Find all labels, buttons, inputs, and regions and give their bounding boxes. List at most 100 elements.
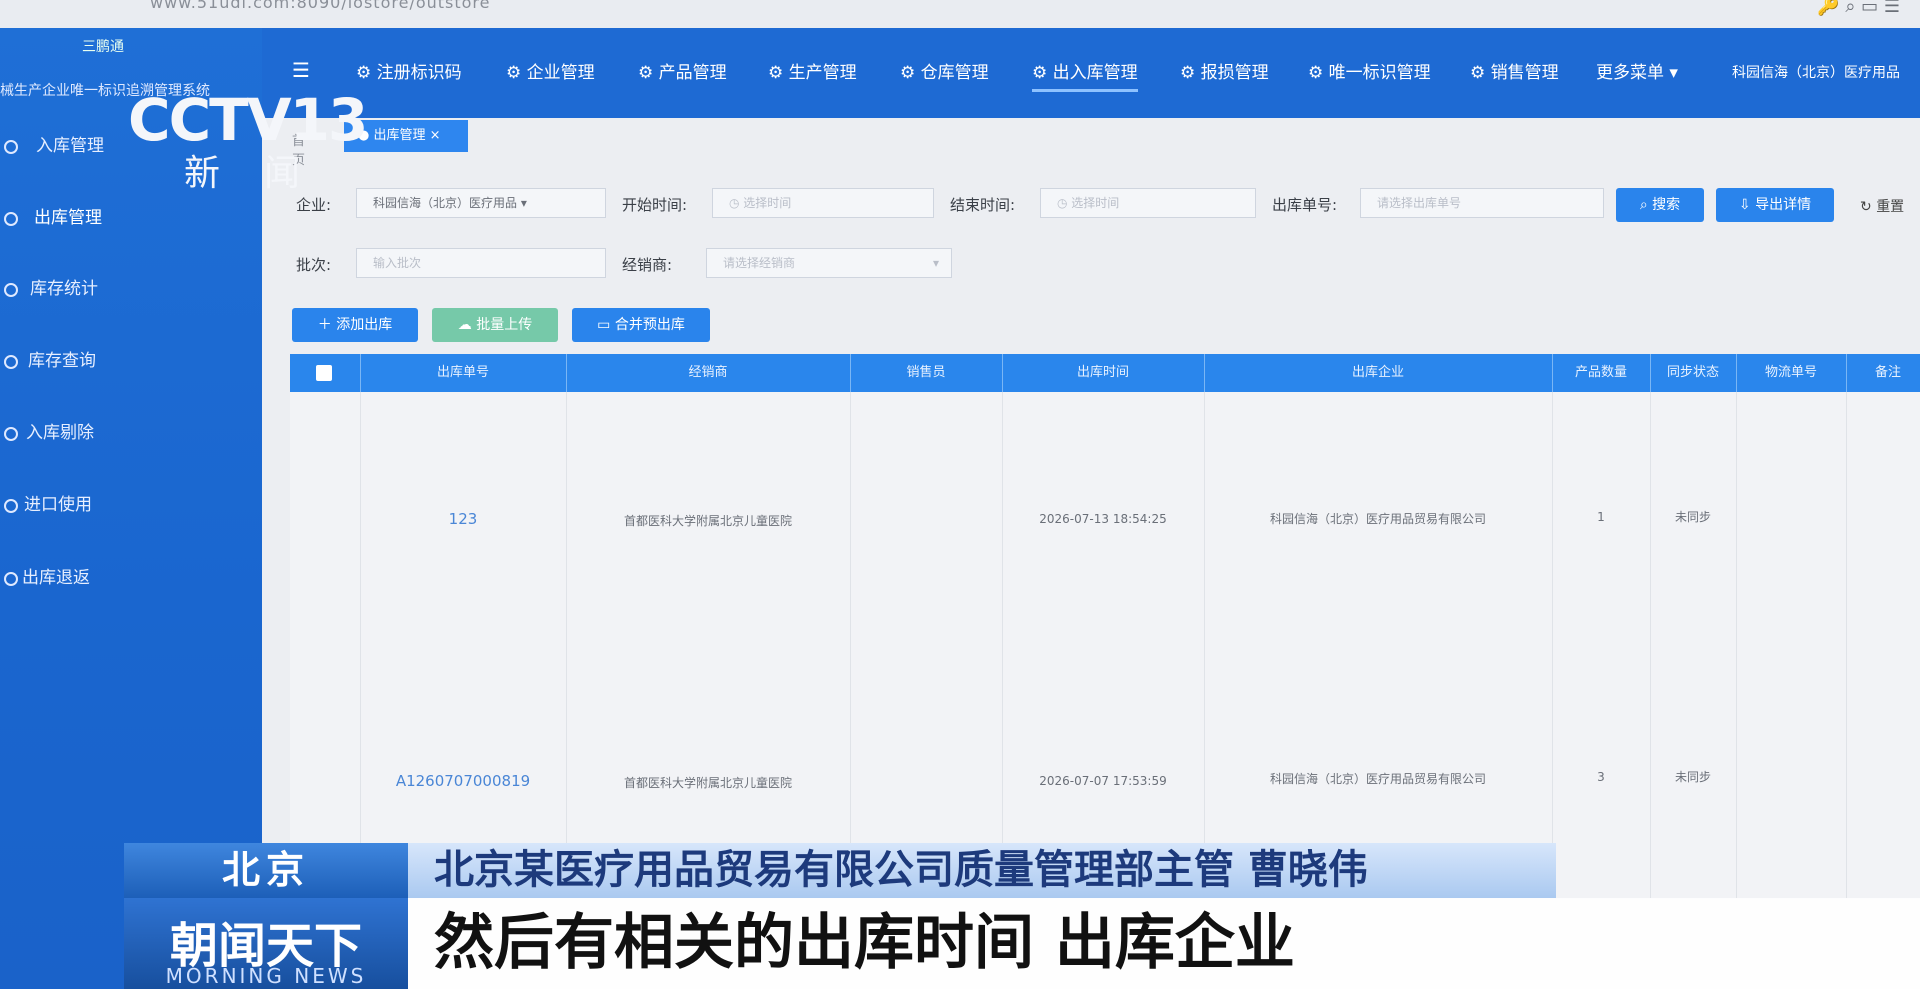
nav-label: 企业管理	[526, 63, 595, 83]
column-divider	[1736, 648, 1737, 898]
batch-upload-label: 批量上传	[476, 317, 533, 333]
cell-sync-status: 未同步	[1674, 510, 1711, 524]
cell-dealer: 首都医科大学附属北京儿童医院	[623, 514, 792, 528]
sidebar-item-outbound-return[interactable]: 出库退返	[0, 558, 262, 598]
order-no-link[interactable]: A1260707000819	[360, 772, 566, 790]
sidebar-item-label: 入库剔除	[26, 423, 94, 443]
export-button-label: 导出详情	[1755, 197, 1812, 213]
batch-label: 批次:	[296, 256, 332, 274]
order-no-label: 出库单号:	[1272, 196, 1338, 214]
cell-dealer: 首都医科大学附属北京儿童医院	[623, 776, 792, 790]
order-no-placeholder: 请选择出库单号	[1377, 196, 1462, 210]
browser-address-bar[interactable]: www.51udi.com:8090/iostore/outstore 🔑 ⌕ …	[0, 0, 1920, 28]
nav-udi[interactable]: ⚙ 唯一标识管理	[1308, 58, 1431, 83]
dealer-select[interactable]: 请选择经销商 ▾	[706, 248, 952, 278]
batch-input[interactable]: 输入批次	[356, 248, 606, 278]
add-outbound-button[interactable]: ＋ 添加出库	[292, 308, 418, 342]
reset-button[interactable]: ↻ 重置	[1860, 196, 1904, 216]
th-note[interactable]: 备注	[1846, 354, 1920, 392]
end-time-placeholder: 选择时间	[1071, 196, 1120, 210]
nav-production[interactable]: ⚙ 生产管理	[768, 58, 857, 83]
cell-enterprise: 科园信海（北京）医疗用品贸易有限公司	[1269, 512, 1486, 526]
nav-inout[interactable]: ⚙ 出入库管理	[1032, 58, 1138, 92]
nav-label: 注册标识码	[376, 63, 462, 83]
column-divider	[850, 392, 851, 648]
cell-enterprise: 科园信海（北京）医疗用品贸易有限公司	[1269, 772, 1486, 786]
location-badge: 北京	[124, 843, 408, 898]
nav-sales[interactable]: ⚙ 销售管理	[1470, 58, 1559, 83]
sidebar-item-import-use[interactable]: 进口使用	[0, 485, 262, 525]
sidebar-item-label: 进口使用	[24, 495, 92, 515]
table-row[interactable]: 123 首都医科大学附属北京儿童医院 2026-07-13 18:54:25 科…	[290, 392, 1920, 649]
menu-icon[interactable]: ☰	[292, 58, 310, 82]
add-outbound-label: 添加出库	[336, 317, 393, 333]
nav-more[interactable]: 更多菜单 ▾	[1596, 58, 1678, 83]
current-company[interactable]: 科园信海（北京）医疗用品	[1732, 62, 1900, 82]
circle-icon	[4, 140, 18, 154]
circle-icon	[4, 355, 18, 369]
sidebar-item-stock-query[interactable]: 库存查询	[0, 341, 262, 381]
batch-upload-button[interactable]: ☁ 批量上传	[432, 308, 558, 342]
nav-loss[interactable]: ⚙ 报损管理	[1180, 58, 1269, 83]
column-divider	[1846, 392, 1847, 648]
export-button[interactable]: ⇩ 导出详情	[1716, 188, 1834, 222]
top-navigation: ☰ ⚙ 注册标识码 ⚙ 企业管理 ⚙ 产品管理 ⚙ 生产管理 ⚙ 仓库管理 ⚙ …	[262, 28, 1920, 118]
nav-label: 更多菜单	[1596, 63, 1664, 83]
sidebar-item-label: 出库退返	[22, 568, 90, 588]
column-divider	[1736, 392, 1737, 648]
th-sync[interactable]: 同步状态	[1650, 354, 1737, 392]
th-dealer[interactable]: 经销商	[566, 354, 851, 392]
enterprise-select[interactable]: 科园信海（北京）医疗用品 ▾	[356, 188, 606, 218]
start-time-label: 开始时间:	[622, 196, 688, 214]
sidebar-item-label: 库存查询	[28, 351, 96, 371]
cell-qty: 3	[1597, 770, 1605, 784]
search-button[interactable]: ⌕ 搜索	[1616, 188, 1704, 222]
subtitle-text: 然后有相关的出库时间 出库企业	[408, 898, 1920, 989]
nav-enterprise[interactable]: ⚙ 企业管理	[506, 58, 595, 83]
nav-label: 出入库管理	[1052, 63, 1138, 83]
cell-time: 2026-07-13 18:54:25	[1039, 512, 1167, 526]
th-qty[interactable]: 产品数量	[1552, 354, 1651, 392]
nav-product[interactable]: ⚙ 产品管理	[638, 58, 727, 83]
sidebar-item-stock-stats[interactable]: 库存统计	[0, 269, 262, 309]
chevron-down-icon: ▾	[932, 256, 939, 270]
circle-icon	[4, 572, 18, 586]
th-time[interactable]: 出库时间	[1002, 354, 1205, 392]
enterprise-label: 企业:	[296, 196, 332, 214]
end-time-label: 结束时间:	[950, 196, 1016, 214]
nav-label: 仓库管理	[920, 63, 989, 83]
nav-label: 生产管理	[788, 63, 857, 83]
nav-warehouse[interactable]: ⚙ 仓库管理	[900, 58, 989, 83]
start-time-placeholder: 选择时间	[743, 196, 792, 210]
start-time-input[interactable]: ◷ 选择时间	[712, 188, 934, 218]
th-enterprise[interactable]: 出库企业	[1204, 354, 1553, 392]
sidebar-item-inbound-remove[interactable]: 入库剔除	[0, 413, 262, 453]
circle-icon	[4, 283, 18, 297]
cell-time: 2026-07-07 17:53:59	[1039, 774, 1167, 788]
table-header: 出库单号 经销商 销售员 出库时间 出库企业 产品数量 同步状态 物流单号 备注	[290, 354, 1920, 392]
browser-tools-icons[interactable]: 🔑 ⌕ ▭ ☰	[1817, 0, 1900, 16]
dealer-placeholder: 请选择经销商	[723, 256, 796, 270]
sidebar-item-outbound[interactable]: 出库管理	[0, 198, 262, 238]
nav-label: 唯一标识管理	[1328, 63, 1431, 83]
order-no-link[interactable]: 123	[360, 510, 566, 528]
batch-placeholder: 输入批次	[373, 256, 422, 270]
url-text: www.51udi.com:8090/iostore/outstore	[150, 0, 491, 12]
order-no-select[interactable]: 请选择出库单号	[1360, 188, 1604, 218]
program-badge: 朝闻天下 MORNING NEWS	[124, 898, 408, 989]
dealer-label: 经销商:	[622, 256, 673, 274]
cell-sync-status: 未同步	[1674, 770, 1711, 784]
cell-qty: 1	[1597, 510, 1605, 524]
tab-label: 出库管理	[373, 128, 426, 143]
select-all-checkbox[interactable]	[316, 365, 332, 381]
sidebar-item-label: 出库管理	[34, 208, 102, 228]
th-logistics[interactable]: 物流单号	[1736, 354, 1847, 392]
merge-pre-outbound-button[interactable]: ▭ 合并预出库	[572, 308, 710, 342]
th-salesperson[interactable]: 销售员	[850, 354, 1003, 392]
program-english-name: MORNING NEWS	[165, 964, 367, 988]
sidebar-item-label: 入库管理	[36, 136, 104, 156]
th-order-no[interactable]: 出库单号	[360, 354, 567, 392]
end-time-input[interactable]: ◷ 选择时间	[1040, 188, 1256, 218]
nav-label: 产品管理	[658, 63, 727, 83]
nav-register-code[interactable]: ⚙ 注册标识码	[356, 58, 462, 83]
